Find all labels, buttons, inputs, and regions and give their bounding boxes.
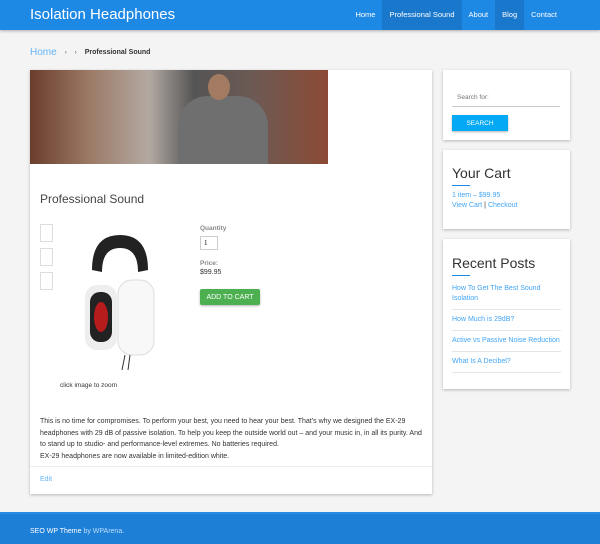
recent-posts-widget: Recent Posts How To Get The Best Sound I… bbox=[443, 239, 570, 389]
add-to-cart-button[interactable]: ADD TO CART bbox=[200, 289, 260, 305]
zoom-hint: click image to zoom bbox=[60, 382, 118, 389]
title-underline bbox=[452, 275, 470, 276]
breadcrumb-current: Professional Sound bbox=[84, 49, 151, 56]
cart-summary[interactable]: 1 item – $99.95 bbox=[452, 191, 561, 201]
thumbnail-1[interactable] bbox=[40, 224, 53, 242]
search-button[interactable]: SEARCH bbox=[452, 115, 508, 131]
site-title[interactable]: Isolation Headphones bbox=[30, 6, 175, 23]
view-cart-link[interactable]: View Cart bbox=[452, 202, 482, 209]
thumbnail-3[interactable] bbox=[40, 272, 53, 290]
description-text-2: EX-29 headphones are now available in li… bbox=[40, 452, 230, 460]
recent-post-link[interactable]: Active vs Passive Noise Reduction bbox=[452, 331, 561, 352]
divider bbox=[30, 466, 432, 467]
product-title: Professional Sound bbox=[40, 192, 145, 206]
product-card: Professional Sound click image to zoom Q… bbox=[30, 70, 432, 494]
description-text: This is no time for compromises. To perf… bbox=[40, 418, 422, 448]
edit-link[interactable]: Edit bbox=[40, 476, 52, 483]
recent-posts-title: Recent Posts bbox=[452, 255, 536, 271]
quantity-label: Quantity bbox=[200, 225, 227, 232]
recent-post-link[interactable]: What Is A Decibel? bbox=[452, 352, 561, 373]
recent-post-link[interactable]: How Much is 29dB? bbox=[452, 310, 561, 331]
breadcrumb: Home › › Professional Sound bbox=[30, 47, 150, 58]
title-underline bbox=[452, 185, 470, 186]
site-header: Isolation Headphones Home Professional S… bbox=[0, 0, 600, 30]
breadcrumb-separator: › bbox=[64, 49, 67, 56]
cart-widget: Your Cart 1 item – $99.95 View Cart | Ch… bbox=[443, 150, 570, 229]
price-label: Price: bbox=[200, 260, 219, 267]
checkout-link[interactable]: Checkout bbox=[488, 202, 518, 209]
recent-post-link[interactable]: How To Get The Best Sound Isolation bbox=[452, 279, 561, 310]
product-description: This is no time for compromises. To perf… bbox=[40, 416, 425, 462]
breadcrumb-separator: › bbox=[74, 49, 77, 56]
breadcrumb-home[interactable]: Home bbox=[30, 47, 57, 58]
product-image[interactable] bbox=[80, 230, 160, 370]
hero-image bbox=[30, 70, 328, 164]
cart-title: Your Cart bbox=[452, 165, 511, 181]
nav-contact[interactable]: Contact bbox=[524, 0, 564, 30]
main-nav: Home Professional Sound About Blog Conta… bbox=[348, 0, 564, 30]
nav-home[interactable]: Home bbox=[348, 0, 382, 30]
search-widget: SEARCH bbox=[443, 70, 570, 140]
nav-about[interactable]: About bbox=[462, 0, 496, 30]
price-value: $99.95 bbox=[200, 269, 222, 276]
footer-theme: SEO WP Theme bbox=[30, 528, 82, 535]
search-input[interactable] bbox=[452, 88, 560, 107]
quantity-input[interactable] bbox=[200, 236, 218, 250]
nav-blog[interactable]: Blog bbox=[495, 0, 525, 30]
separator: | bbox=[484, 202, 486, 209]
site-footer: SEO WP Theme by WPArena. bbox=[0, 512, 600, 544]
footer-credit-link[interactable]: by WPArena. bbox=[83, 528, 124, 535]
thumbnail-2[interactable] bbox=[40, 248, 53, 266]
nav-professional-sound[interactable]: Professional Sound bbox=[382, 0, 462, 30]
